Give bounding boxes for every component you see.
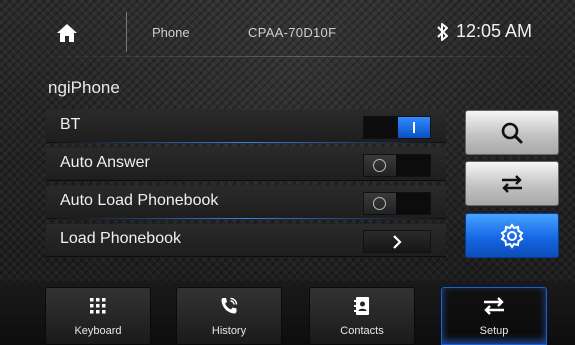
top-divider-line xyxy=(38,56,558,57)
setting-row-bt[interactable]: BT xyxy=(46,110,446,143)
setting-label: Load Phonebook xyxy=(60,230,181,247)
device-id: CPAA-70D10F xyxy=(248,25,337,40)
tab-label: Keyboard xyxy=(74,325,122,337)
row-glow xyxy=(46,142,446,143)
setting-row-auto-answer[interactable]: Auto Answer xyxy=(46,148,446,181)
toggle-knob xyxy=(398,117,430,138)
search-icon xyxy=(501,122,523,143)
tab-label: Setup xyxy=(479,325,509,337)
auto-load-phonebook-toggle[interactable] xyxy=(363,192,431,215)
tab-label: Contacts xyxy=(340,325,384,337)
toggle-knob xyxy=(364,193,396,214)
tab-label: History xyxy=(211,325,247,337)
swap-arrows-icon xyxy=(442,296,546,316)
settings-button[interactable] xyxy=(465,213,559,258)
top-divider xyxy=(126,12,127,52)
setting-row-load-phonebook[interactable]: Load Phonebook xyxy=(46,224,446,257)
gear-icon xyxy=(500,222,524,249)
swap-button[interactable] xyxy=(465,161,559,206)
tab-contacts[interactable]: Contacts xyxy=(309,287,415,345)
home-icon xyxy=(57,24,77,42)
settings-list: BT Auto Answer Auto Load Phonebook Load … xyxy=(46,110,446,258)
tab-history[interactable]: History xyxy=(176,287,282,345)
swap-arrows-icon xyxy=(502,174,522,193)
load-phonebook-button[interactable] xyxy=(363,230,431,253)
device-name: ngiPhone xyxy=(48,78,120,97)
search-button[interactable] xyxy=(465,110,559,155)
bt-toggle[interactable] xyxy=(363,116,431,139)
keypad-icon xyxy=(46,296,150,316)
chevron-right-icon xyxy=(393,234,402,249)
tab-keyboard[interactable]: Keyboard xyxy=(45,287,151,345)
row-glow xyxy=(46,218,446,219)
contacts-book-icon xyxy=(310,296,414,316)
phone-call-icon xyxy=(177,296,281,316)
setting-label: BT xyxy=(60,116,81,133)
setting-label: Auto Answer xyxy=(60,154,150,171)
tab-phone[interactable]: Phone xyxy=(152,25,190,40)
clock: 12:05 AM xyxy=(456,21,533,41)
setting-row-auto-load-phonebook[interactable]: Auto Load Phonebook xyxy=(46,186,446,219)
tab-setup[interactable]: Setup xyxy=(441,287,547,345)
setting-label: Auto Load Phonebook xyxy=(60,192,219,209)
top-bar: Phone CPAA-70D10F 12:05 AM xyxy=(38,10,575,56)
toggle-knob xyxy=(364,155,396,176)
phone-setup-screen: Phone CPAA-70D10F 12:05 AM ngiPhone BT A… xyxy=(0,0,575,345)
auto-answer-toggle[interactable] xyxy=(363,154,431,177)
home-button[interactable] xyxy=(48,18,86,48)
bluetooth-icon xyxy=(436,21,452,43)
